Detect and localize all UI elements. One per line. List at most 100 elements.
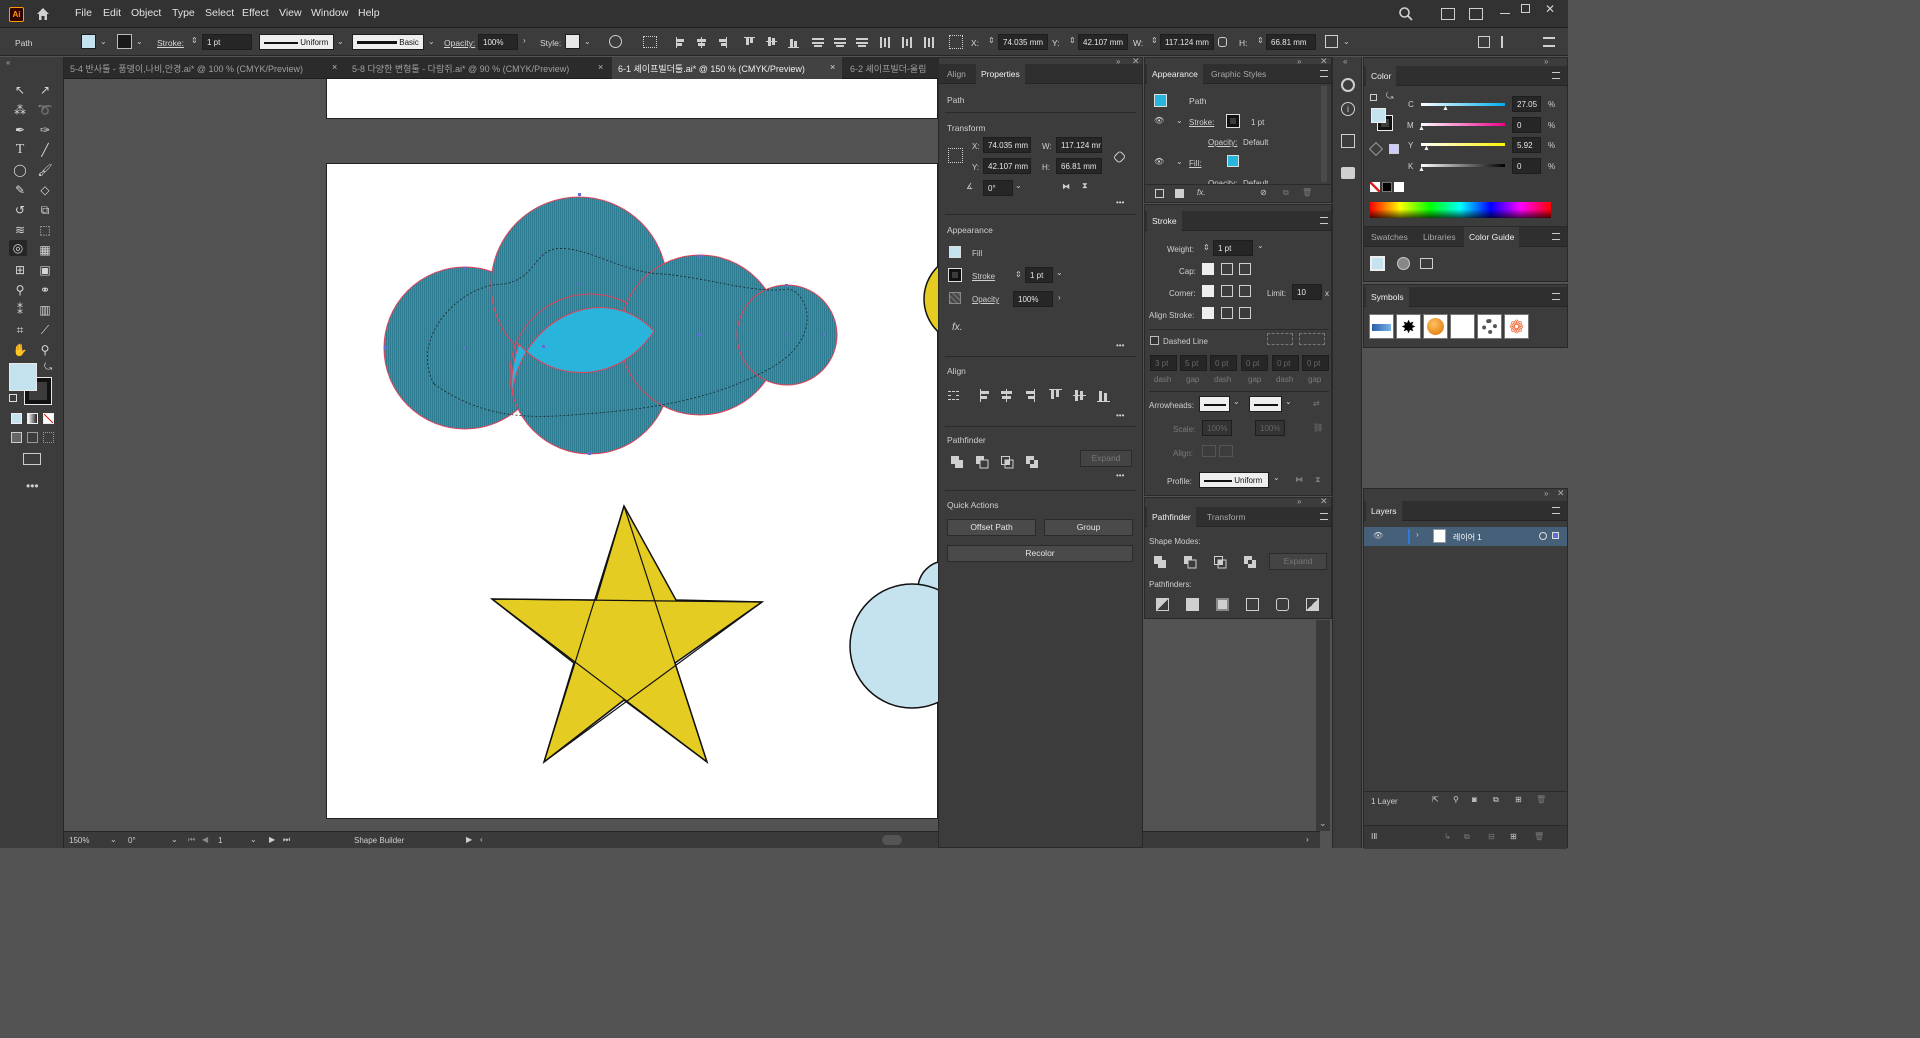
curvature-tool-icon[interactable]: ✑ [36,122,54,138]
lasso-tool-icon[interactable]: ➰ [36,102,54,118]
projecting-cap-icon[interactable] [1239,263,1251,275]
eraser-tool-icon[interactable]: ◇ [36,182,54,198]
chevron-right-icon[interactable]: › [1058,293,1061,302]
transform-y-field[interactable]: 42.107 mm [983,158,1031,174]
direct-selection-tool-icon[interactable]: ↗ [36,82,54,98]
zoom-level[interactable]: 150% [69,836,89,845]
end-arrowhead-select[interactable] [1249,396,1282,412]
fill-swatch[interactable] [1227,155,1239,167]
align-stroke-center-icon[interactable] [1202,307,1214,319]
stepper-icon[interactable]: ⇕ [1257,36,1264,45]
layer-selection-indicator[interactable] [1552,532,1559,539]
channel-y-field[interactable]: 5.92 [1512,137,1541,153]
transform-w-field[interactable]: 117.124 mr [1056,137,1102,153]
save-color-group-icon[interactable] [1420,258,1433,269]
unite-icon[interactable] [1154,556,1167,569]
menu-select[interactable]: Select [205,7,234,19]
h-field[interactable]: 66.81 mm [1266,34,1316,50]
panel-collapse-icon[interactable]: » [1544,57,1548,66]
draw-normal-icon[interactable] [11,432,22,443]
add-effect-fx-icon[interactable]: fx. [1197,188,1205,197]
fill-swatch[interactable] [81,34,96,49]
gap-2-field[interactable]: 0 pt [1241,355,1268,371]
channel-c-slider[interactable] [1421,103,1505,106]
tab-document-3[interactable]: 6-1 셰이프빌더툴.ai* @ 150 % (CMYK/Preview) [612,57,842,79]
panel-menu-icon[interactable] [1501,36,1513,48]
hamburger-menu-icon[interactable] [1552,233,1560,240]
make-clipping-mask-icon[interactable]: ◙ [1472,795,1477,804]
butt-cap-icon[interactable] [1202,263,1214,275]
stepper-icon[interactable]: ⇕ [988,36,995,45]
layer-name[interactable]: 레이어 1 [1453,532,1482,543]
pencil-tool-icon[interactable]: ✎ [11,182,29,198]
channel-y-thumb[interactable]: ▲ [1423,145,1430,152]
export-icon[interactable] [1341,134,1355,148]
menu-edit[interactable]: Edit [103,7,121,19]
menu-file[interactable]: File [75,7,92,19]
collapse-icon[interactable]: « [1343,57,1347,66]
chevron-down-icon[interactable]: ⌄ [100,37,107,46]
workspace-switcher-icon[interactable] [1469,8,1483,20]
white-swatch[interactable] [1394,182,1404,192]
channel-m-thumb[interactable]: ▲ [1418,125,1425,132]
maximize-icon[interactable] [1521,4,1530,13]
fill-swatch[interactable] [949,246,961,258]
hamburger-menu-icon[interactable] [1552,72,1560,79]
chevron-down-icon[interactable]: ⌄ [1343,37,1350,46]
dash-1-field[interactable]: 3 pt [1150,355,1177,371]
stepper-icon[interactable]: ⇕ [1151,36,1158,45]
minus-back-icon[interactable] [1306,598,1319,611]
gap-1-field[interactable]: 5 pt [1180,355,1207,371]
symbol-splatter[interactable]: ✸ [1396,314,1421,339]
rotate-angle-field[interactable]: 0° [983,180,1013,196]
yellow-partial-shape[interactable] [923,254,938,344]
channel-k-thumb[interactable]: ▲ [1418,166,1425,173]
stroke-weight-field[interactable]: 1 pt [1025,267,1053,283]
round-join-icon[interactable] [1221,285,1233,297]
stroke-swatch[interactable] [948,268,962,282]
panel-collapse-icon[interactable]: » [1544,489,1548,498]
ellipse-tool-icon[interactable]: ◯ [11,162,29,178]
pen-tool-icon[interactable]: ✒ [11,122,29,138]
constrain-proportions-icon[interactable] [1218,37,1227,47]
tab-document-1[interactable]: 5-4 반사툴 - 풍뎅이,나비,안경.ai* @ 100 % (CMYK/Pr… [64,57,344,79]
channel-y-slider[interactable] [1421,143,1505,146]
chevron-down-icon[interactable]: ⌄ [136,37,143,46]
transform-options-icon[interactable] [1325,35,1338,48]
end-scale-field[interactable]: 100% [1255,420,1285,436]
base-color-swatch[interactable] [1370,256,1385,271]
start-scale-field[interactable]: 100% [1202,420,1232,436]
fx-icon[interactable]: fx. [952,322,963,333]
bottom-icon-3[interactable]: ⊟ [1488,832,1495,841]
tab-document-4[interactable]: 6-2 셰이프빌더-올림 [844,57,938,79]
vertical-scrollbar[interactable] [65,79,66,80]
bottom-icon-1[interactable]: ↳ [1444,832,1451,841]
bevel-join-icon[interactable] [1239,285,1251,297]
reference-point-icon[interactable] [948,148,963,163]
rotate-tool-icon[interactable]: ↺ [11,202,29,218]
channel-k-slider[interactable] [1421,164,1505,167]
stepper-icon[interactable]: ⇕ [1069,36,1076,45]
expand-button[interactable]: Expand [1269,553,1327,570]
more-options-icon[interactable]: ••• [1116,411,1124,420]
export-for-screens-icon[interactable]: ⇱ [1432,795,1439,804]
more-options-icon[interactable]: ••• [1116,471,1124,480]
scroll-right-icon[interactable]: › [1306,835,1309,844]
artboard-tool-icon[interactable]: ⌗ [11,322,29,338]
stepper-icon[interactable]: ⇕ [191,36,198,45]
graphic-style-swatch[interactable] [565,34,580,49]
menu-view[interactable]: View [279,7,302,19]
stroke-label[interactable]: Stroke [972,272,995,281]
group-button[interactable]: Group [1044,519,1133,536]
close-icon[interactable]: ✕ [1545,2,1555,16]
chevron-down-icon[interactable]: ⌄ [1273,473,1280,482]
trim-icon[interactable] [1186,598,1199,611]
chevron-down-icon[interactable]: ⌄ [1233,397,1240,406]
dash-2-field[interactable]: 0 pt [1210,355,1237,371]
tab-appearance[interactable]: Appearance [1147,64,1203,84]
appearance-scrollbar[interactable] [1321,86,1327,182]
channel-c-field[interactable]: 27.05 [1512,96,1541,112]
chevron-down-icon[interactable]: ⌄ [1257,241,1264,250]
appearance-stroke-label[interactable]: Stroke: [1189,118,1214,127]
channel-k-field[interactable]: 0 [1512,158,1541,174]
